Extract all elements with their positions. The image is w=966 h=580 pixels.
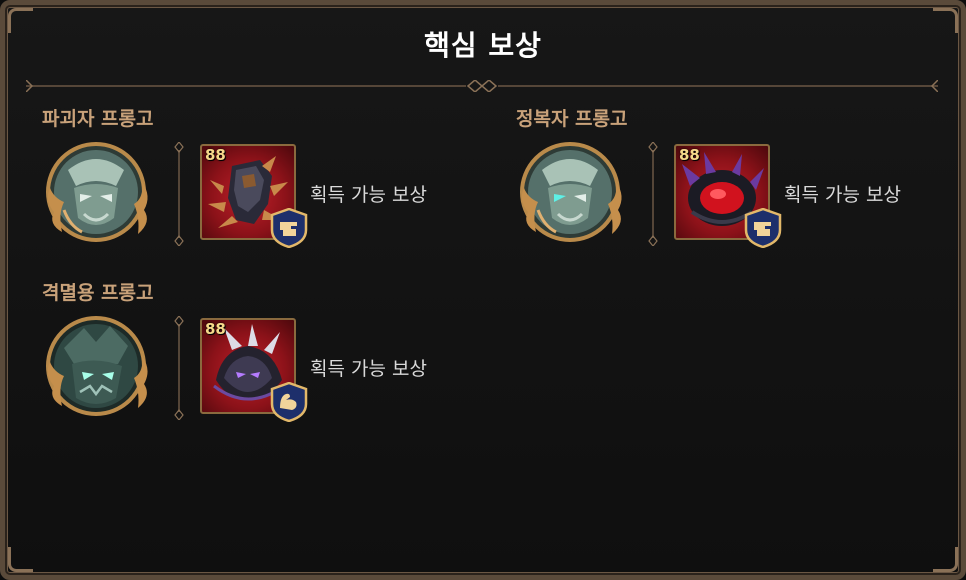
reward-label: 획득 가능 보상 <box>784 184 901 206</box>
reward-item-slot[interactable]: 88 <box>674 144 782 248</box>
item-level-label: 88 <box>679 146 700 164</box>
boss-portrait-icon[interactable] <box>44 314 154 418</box>
boss-name: 격멸용 프롱고 <box>42 282 154 304</box>
boss-portrait-icon[interactable] <box>518 140 628 244</box>
boss-name: 파괴자 프롱고 <box>42 108 154 130</box>
item-level-label: 88 <box>205 146 226 164</box>
reward-item-slot[interactable]: 88 <box>200 318 308 422</box>
separator-line <box>174 142 184 246</box>
title-divider <box>26 80 938 92</box>
panel-title: 핵심 보상 <box>424 29 542 62</box>
frame-corner-ornament <box>933 547 958 572</box>
frame-corner-ornament <box>8 547 33 572</box>
boss-portrait-icon[interactable] <box>44 140 154 244</box>
boss-name: 정복자 프롱고 <box>516 108 628 130</box>
reward-label: 획득 가능 보상 <box>310 184 427 206</box>
separator-line <box>174 316 184 420</box>
muscle-class-icon <box>270 382 308 422</box>
item-level-label: 88 <box>205 320 226 338</box>
reward-label: 획득 가능 보상 <box>310 358 427 380</box>
separator-line <box>648 142 658 246</box>
fist-class-icon <box>270 208 308 248</box>
reward-item-slot[interactable]: 88 <box>200 144 308 248</box>
fist-class-icon <box>744 208 782 248</box>
